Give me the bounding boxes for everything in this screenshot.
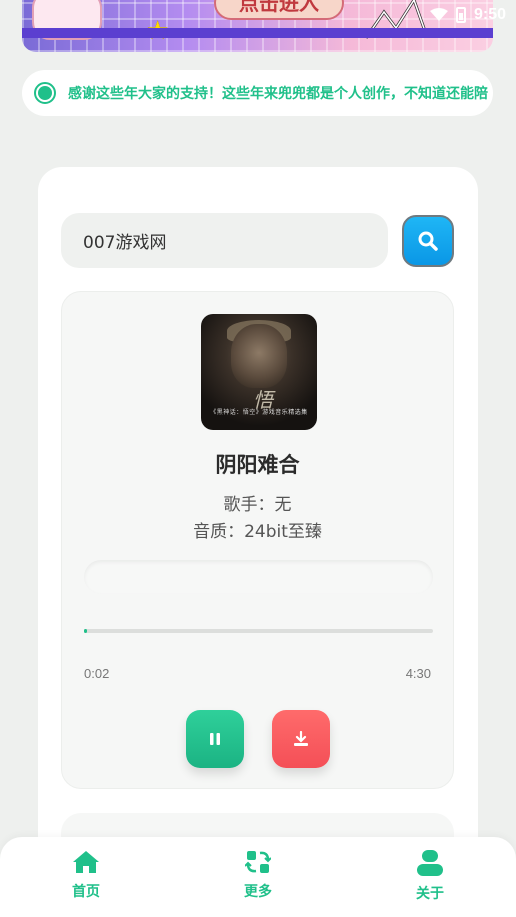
home-icon (73, 851, 99, 873)
cover-caption: 《黑神话：悟空》游戏音乐精选集 (210, 409, 308, 416)
lyric-bar (84, 560, 433, 594)
song-quality: 音质：24bit至臻 (193, 522, 322, 542)
pause-button[interactable] (186, 710, 244, 768)
nav-item-about[interactable]: 关于 (390, 849, 470, 903)
nav-label-about: 关于 (416, 886, 444, 902)
progress-fill (84, 629, 87, 633)
promo-banner[interactable]: 点击进入 ★ (22, 0, 493, 52)
search-icon (418, 231, 438, 251)
download-icon (294, 731, 308, 746)
search-button[interactable] (402, 215, 454, 267)
banner-enter-button[interactable]: 点击进入 (214, 0, 344, 20)
user-icon (417, 850, 443, 876)
nav-item-home[interactable]: 首页 (46, 849, 126, 901)
refresh-grid-icon (245, 851, 271, 873)
banner-stripe (22, 28, 493, 38)
pause-icon (210, 733, 220, 745)
player-panel: 悟 《黑神话：悟空》游戏音乐精选集 阴阳难合 歌手：无 音质：24bit至臻 0… (61, 291, 454, 789)
nav-item-more[interactable]: 更多 (218, 849, 298, 901)
progress-slider[interactable] (84, 629, 433, 633)
status-time: 9:50 (473, 6, 506, 23)
wifi-icon (429, 8, 448, 21)
music-card: 007游戏网 悟 《黑神话：悟空》游戏音乐精选集 阴阳难合 歌手：无 音质：24… (38, 167, 478, 873)
notice-marquee: 感谢这些年大家的支持！这些年来兜兜都是个人创作，不知道还能陪 (22, 70, 493, 116)
bottom-nav: 首页 更多 关于 (0, 837, 516, 917)
notice-dot-icon (34, 82, 56, 104)
song-singer: 歌手：无 (223, 495, 292, 515)
download-button[interactable] (272, 710, 330, 768)
status-bar: 9:50 (429, 4, 506, 26)
song-title: 阴阳难合 (215, 453, 300, 477)
nav-label-more: 更多 (244, 884, 272, 900)
battery-icon (455, 7, 466, 23)
notice-text: 感谢这些年大家的支持！这些年来兜兜都是个人创作，不知道还能陪 (68, 86, 488, 102)
search-input[interactable]: 007游戏网 (61, 213, 388, 268)
current-time: 0:02 (84, 666, 110, 681)
album-cover: 悟 《黑神话：悟空》游戏音乐精选集 (201, 314, 317, 430)
nav-label-home: 首页 (72, 884, 100, 900)
total-time: 4:30 (405, 666, 431, 681)
